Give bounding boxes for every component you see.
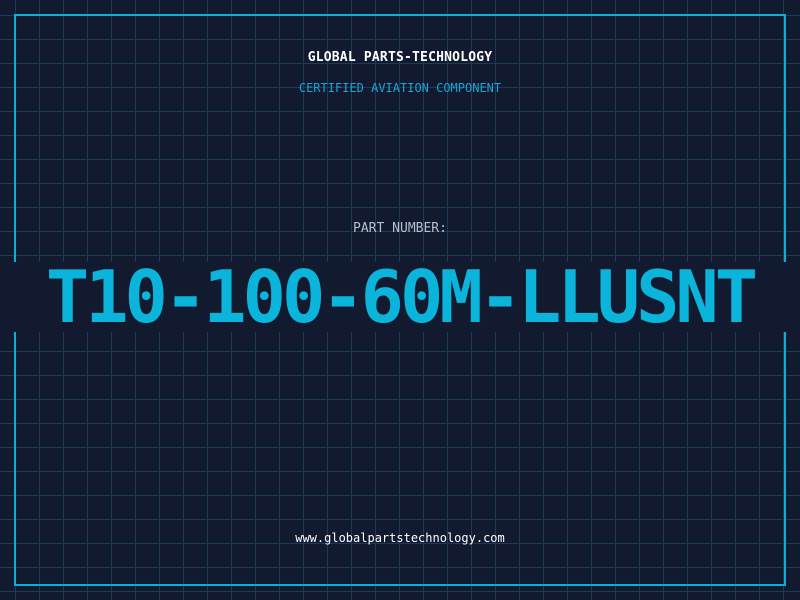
company-name: GLOBAL PARTS-TECHNOLOGY bbox=[307, 50, 493, 65]
certification-subtitle: CERTIFIED AVIATION COMPONENT bbox=[298, 81, 502, 95]
part-number-band: T10-100-60M-LLUSNT bbox=[0, 262, 800, 332]
part-number-label: PART NUMBER: bbox=[353, 221, 447, 236]
part-number-value: T10-100-60M-LLUSNT bbox=[45, 262, 758, 332]
website-url: www.globalpartstechnology.com bbox=[295, 531, 505, 545]
